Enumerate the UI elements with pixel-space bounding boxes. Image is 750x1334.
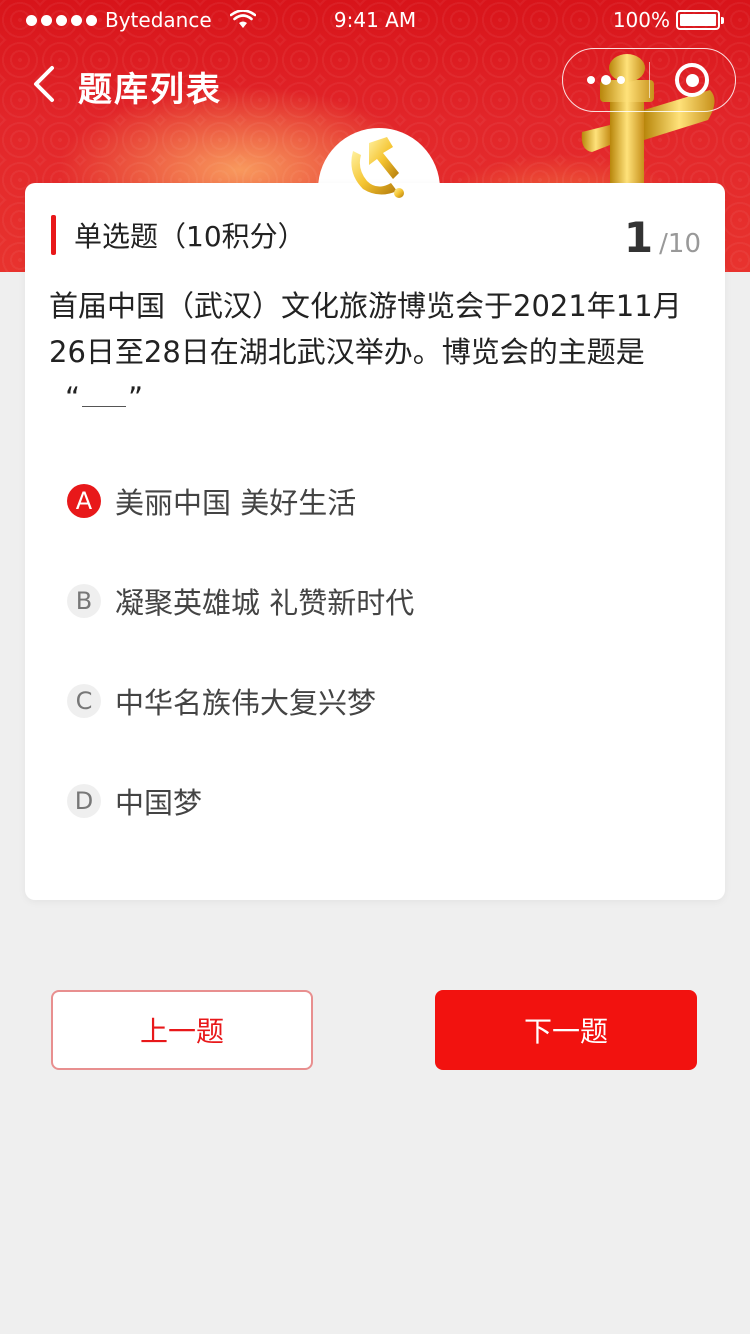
- page-title: 题库列表: [78, 70, 222, 110]
- option-letter: A: [67, 484, 101, 518]
- answer-blank: “”: [49, 375, 699, 421]
- option-text: 美丽中国 美好生活: [115, 486, 357, 520]
- option-text: 中华名族伟大复兴梦: [115, 686, 377, 720]
- quote-close: ”: [128, 381, 144, 415]
- option-letter: C: [67, 684, 101, 718]
- mini-program-capsule: [562, 48, 736, 112]
- progress-separator: /: [659, 229, 668, 259]
- option-letter: D: [67, 784, 101, 818]
- question-progress: 1 / 10: [624, 213, 701, 262]
- option-d[interactable]: D 中国梦: [67, 776, 687, 826]
- question-text: 首届中国（武汉）文化旅游博览会于2021年11月26日至28日在湖北武汉举办。博…: [49, 289, 682, 369]
- current-question-number: 1: [623, 213, 654, 262]
- total-question-count: 10: [667, 229, 701, 259]
- quote-open: “: [65, 381, 81, 415]
- question-type-label: 单选题（10积分）: [74, 220, 306, 253]
- question-type: 单选题（10积分）: [51, 215, 306, 255]
- more-options-button[interactable]: [563, 49, 649, 111]
- option-text: 中国梦: [115, 786, 203, 820]
- question-text-block: 首届中国（武汉）文化旅游博览会于2021年11月26日至28日在湖北武汉举办。博…: [49, 283, 699, 421]
- option-letter: B: [67, 584, 101, 618]
- target-icon: [675, 63, 710, 97]
- option-a[interactable]: A 美丽中国 美好生活: [67, 476, 687, 526]
- close-mini-program-button[interactable]: [650, 49, 736, 111]
- battery-icon: [676, 10, 724, 30]
- next-question-button[interactable]: 下一题: [435, 990, 697, 1070]
- party-emblem-icon: [351, 137, 404, 198]
- battery-percent: 100%: [612, 8, 670, 32]
- option-b[interactable]: B 凝聚英雄城 礼赞新时代: [67, 576, 687, 626]
- previous-question-button[interactable]: 上一题: [51, 990, 313, 1070]
- status-bar: Bytedance 9:41 AM 100%: [0, 0, 750, 40]
- question-card: 单选题（10积分） 1 / 10 首届中国（武汉）文化旅游博览会于2021年11…: [25, 137, 725, 900]
- option-c[interactable]: C 中华名族伟大复兴梦: [67, 676, 687, 726]
- blank-line: [82, 393, 127, 407]
- accent-bar: [51, 215, 56, 255]
- navigation-bar: 题库列表: [0, 48, 750, 118]
- option-text: 凝聚英雄城 礼赞新时代: [115, 586, 415, 620]
- back-arrow-icon[interactable]: [26, 62, 66, 106]
